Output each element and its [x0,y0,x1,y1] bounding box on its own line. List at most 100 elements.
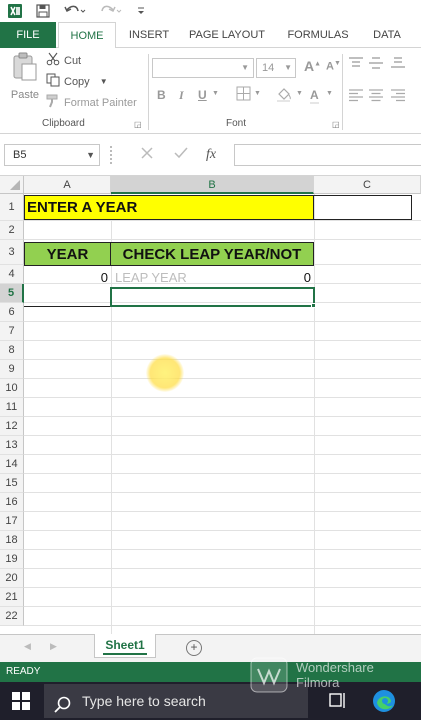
grow-font-label: A [304,58,315,74]
windows-start-icon[interactable] [12,692,30,715]
gridline-row-9 [24,378,421,379]
cell-b3[interactable]: CHECK LEAP YEAR/NOT [111,242,314,266]
tab-page-layout[interactable]: PAGE LAYOUT [184,22,270,48]
borders-dropdown-icon[interactable]: ▼ [254,90,261,97]
row-header-3[interactable]: 3 [0,240,24,265]
cell-a3[interactable]: YEAR [24,242,111,266]
font-size-value: 14 [262,62,275,74]
underline-dropdown-icon[interactable]: ▼ [212,90,219,97]
row-header-8[interactable]: 8 [0,341,24,360]
cell-a1[interactable]: ENTER A YEAR [24,195,314,220]
shrink-font-label: A [326,60,334,73]
font-name-box[interactable]: ▼ [152,58,254,78]
formula-input[interactable] [234,144,421,166]
cell-a5[interactable] [24,288,111,307]
row-header-4[interactable]: 4 [0,265,24,284]
font-size-dropdown-icon[interactable]: ▼ [284,59,292,77]
cell-b4[interactable]: 0 [111,267,314,287]
row-header-1[interactable]: 1 [0,194,24,221]
fill-color-dropdown-icon[interactable]: ▼ [296,90,303,97]
font-launcher-icon[interactable]: ◲ [332,120,340,129]
formula-bar: B5 ▼ fx [0,134,421,176]
ribbon-tabs: FILE HOME INSERT PAGE LAYOUT FORMULAS DA… [0,22,421,49]
column-header-b[interactable]: B [111,176,314,194]
status-mode: READY [6,666,41,677]
align-right-icon[interactable] [390,88,406,102]
row-header-21[interactable]: 21 [0,588,24,607]
row-header-7[interactable]: 7 [0,322,24,341]
font-size-box[interactable]: 14 ▼ [256,58,296,78]
scroll-sheets-left-icon[interactable]: ◀ [24,641,31,652]
customize-toolbar-icon[interactable] [134,2,148,20]
grow-font-button[interactable]: A▲ [304,58,321,74]
tab-data[interactable]: DATA [366,22,408,48]
row-header-6[interactable]: 6 [0,303,24,322]
row-header-11[interactable]: 11 [0,398,24,417]
copy-button[interactable]: Copy ▼ [46,73,108,90]
borders-button[interactable] [236,86,251,104]
font-color-button[interactable]: A [310,88,319,104]
shrink-font-button[interactable]: A▼ [326,60,341,73]
row-header-14[interactable]: 14 [0,455,24,474]
row-header-5[interactable]: 5 [0,284,24,303]
add-sheet-icon[interactable]: + [186,640,202,656]
cell-a4[interactable]: 0 [24,267,111,287]
quick-access-toolbar [0,0,421,22]
task-view-icon[interactable] [328,692,348,715]
column-header-a[interactable]: A [24,176,111,194]
row-header-2[interactable]: 2 [0,221,24,240]
italic-button[interactable]: I [179,88,184,103]
active-cell-b5[interactable] [110,287,315,307]
scroll-sheets-right-icon[interactable]: ▶ [50,641,57,652]
formula-bar-grip[interactable] [110,146,112,164]
tab-formulas[interactable]: FORMULAS [280,22,356,48]
row-header-20[interactable]: 20 [0,569,24,588]
clipboard-launcher-icon[interactable]: ◲ [134,120,142,129]
row-header-22[interactable]: 22 [0,607,24,626]
row-header-9[interactable]: 9 [0,360,24,379]
align-center-icon[interactable] [368,88,384,102]
font-name-dropdown-icon[interactable]: ▼ [241,59,249,77]
row-header-13[interactable]: 13 [0,436,24,455]
tab-insert[interactable]: INSERT [124,22,174,48]
row-header-19[interactable]: 19 [0,550,24,569]
spreadsheet-grid[interactable]: A B C 1 2 3 4 5 6 7 8 9 10 11 12 13 14 15 16 17 18 19 20 21 2… [0,176,421,634]
align-top-icon[interactable] [348,56,364,70]
row-header-16[interactable]: 16 [0,493,24,512]
row-header-12[interactable]: 12 [0,417,24,436]
paste-label: Paste [10,89,40,101]
paste-button[interactable]: Paste [8,52,42,112]
gridline-row-15 [24,492,421,493]
name-box-dropdown-icon[interactable]: ▼ [86,145,95,165]
copy-dropdown-icon[interactable]: ▼ [100,77,108,86]
name-box[interactable]: B5 ▼ [4,144,100,166]
tab-home[interactable]: HOME [58,22,116,49]
cancel-icon[interactable] [140,146,154,163]
tab-file[interactable]: FILE [0,22,56,48]
fill-handle[interactable] [311,303,316,308]
column-header-c[interactable]: C [314,176,421,194]
gridline-row-11 [24,416,421,417]
undo-icon[interactable] [62,2,88,20]
redo-icon[interactable] [98,2,124,20]
insert-function-button[interactable]: fx [206,147,216,163]
cut-button[interactable]: Cut [46,52,81,69]
underline-button[interactable]: U [198,88,207,102]
row-header-10[interactable]: 10 [0,379,24,398]
row-header-18[interactable]: 18 [0,531,24,550]
align-left-icon[interactable] [348,88,364,102]
enter-check-icon[interactable] [174,146,188,163]
row-header-15[interactable]: 15 [0,474,24,493]
row-header-17[interactable]: 17 [0,512,24,531]
save-icon[interactable] [34,2,52,20]
bold-button[interactable]: B [157,88,166,102]
fill-color-button[interactable] [276,86,292,105]
sheet-tab-sheet1[interactable]: Sheet1 [94,634,156,658]
font-color-dropdown-icon[interactable]: ▼ [326,90,333,97]
cell-c1[interactable] [314,195,412,220]
align-middle-icon[interactable] [368,56,384,70]
align-bottom-icon[interactable] [390,56,406,70]
format-painter-button[interactable]: Format Painter [46,94,137,111]
select-all-corner[interactable] [0,176,24,194]
watermark-line1: Wondershare [296,660,374,675]
